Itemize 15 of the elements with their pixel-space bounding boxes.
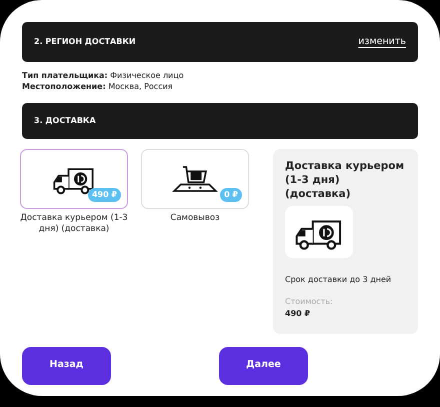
info-line: Тип плательщика: Физическое лицо [22,71,185,82]
nav-button[interactable]: Далее [219,346,308,385]
price-tag: 0 ₽ [220,188,242,202]
change-link[interactable]: изменить [358,34,406,50]
cost-label: Стоимость: [285,296,334,308]
price-tag: 490 ₽ [88,188,121,202]
delivery-term: Срок доставки до 3 дней [285,274,392,286]
details-title: Доставка курьером (1-3 дня) (доставка) [285,158,406,202]
section-title: 3. ДОСТАВКА [34,114,96,127]
cost-value: 490 ₽ [285,308,312,320]
nav-button[interactable]: Назад [22,346,111,385]
section-title: 2. РЕГИОН ДОСТАВКИ [34,36,136,48]
option-label: Доставка курьером (1-3 дня) (доставка) [20,212,128,235]
option-label: Самовывоз [169,212,221,224]
info-line: Местоположение: Москва, Россия [22,82,174,93]
